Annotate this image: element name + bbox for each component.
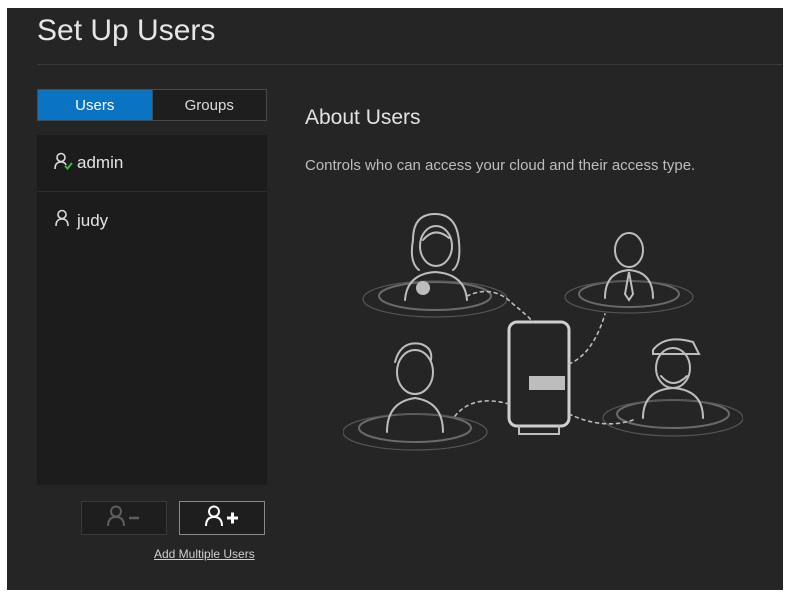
add-user-button[interactable] <box>179 501 265 535</box>
view-tabs: Users Groups <box>37 89 267 121</box>
users-cloud-illustration-icon <box>342 204 744 469</box>
add-multiple-users-link[interactable]: Add Multiple Users <box>154 547 255 561</box>
about-description: Controls who can access your cloud and t… <box>305 157 696 174</box>
user-list-item-admin[interactable]: admin <box>37 135 267 192</box>
about-title: About Users <box>305 106 421 129</box>
user-actions <box>81 501 267 535</box>
user-list: admin judy <box>37 135 267 485</box>
user-name: admin <box>77 153 124 172</box>
remove-user-button[interactable] <box>81 501 167 535</box>
tab-groups[interactable]: Groups <box>151 90 266 120</box>
user-list-item-judy[interactable]: judy <box>37 192 267 249</box>
title-divider <box>37 64 783 65</box>
app-panel: Set Up Users Users Groups admin judy Add… <box>7 8 783 590</box>
user-name: judy <box>77 210 109 230</box>
user-icon <box>53 208 77 233</box>
add-user-icon <box>202 504 242 533</box>
user-admin-icon <box>53 151 77 176</box>
remove-user-icon <box>104 504 144 533</box>
page-title: Set Up Users <box>37 14 216 47</box>
tab-users[interactable]: Users <box>38 90 152 120</box>
